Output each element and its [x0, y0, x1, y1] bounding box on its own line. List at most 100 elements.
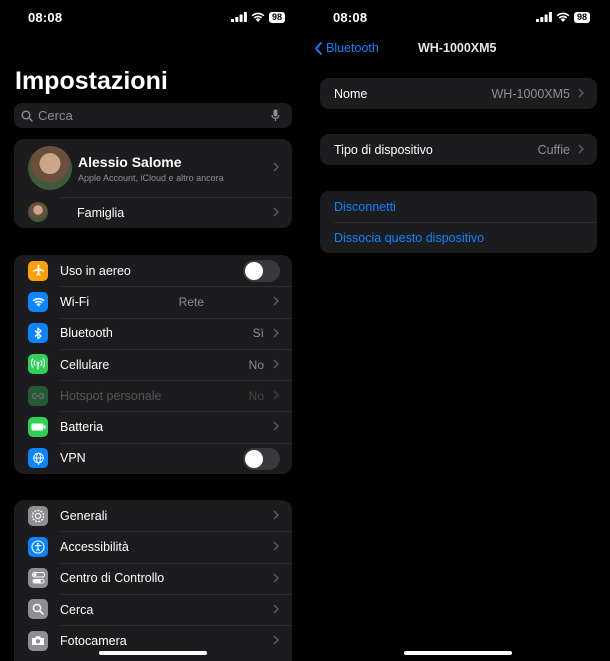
settings-row-general[interactable]: Generali — [14, 500, 292, 531]
profile-name: Alessio Salome — [78, 153, 182, 170]
device-name-group: Nome WH-1000XM5 — [320, 78, 597, 109]
chevron-right-icon — [273, 604, 279, 614]
airplane-icon — [28, 260, 48, 281]
signal-icon — [230, 12, 247, 22]
row-label: Uso in aereo — [60, 263, 131, 278]
home-indicator[interactable] — [99, 651, 207, 655]
account-group: Alessio Salome Apple Account, iCloud e a… — [14, 139, 292, 229]
row-value: No — [248, 388, 264, 403]
chevron-right-icon — [273, 573, 279, 583]
row-label: Cellulare — [60, 357, 110, 372]
camera-icon — [28, 630, 48, 651]
chevron-right-icon — [273, 390, 279, 400]
battery-level: 98 — [573, 11, 590, 23]
row-value: WH-1000XM5 — [491, 86, 571, 101]
settings-row-battery[interactable]: Batteria — [14, 411, 292, 442]
chevron-right-icon — [273, 328, 279, 338]
search-icon — [21, 110, 33, 122]
row-label: Accessibilità — [60, 539, 129, 554]
row-label: Nome — [334, 86, 368, 101]
connectivity-group: Uso in aereo Wi-Fi Rete Bluetooth Sì Cel… — [14, 255, 292, 475]
row-label: Generali — [60, 508, 108, 523]
search-input[interactable]: Cerca — [14, 103, 292, 128]
row-value: Sì — [252, 326, 264, 341]
search-icon — [28, 599, 48, 620]
wifi-icon — [28, 291, 48, 312]
apple-account-row[interactable]: Alessio Salome Apple Account, iCloud e a… — [14, 139, 292, 197]
row-label: Wi-Fi — [60, 294, 90, 309]
profile-subtitle: Apple Account, iCloud e altro ancora — [78, 172, 224, 183]
device-actions-group: Disconnetti Dissocia questo dispositivo — [320, 191, 597, 253]
vpn-toggle[interactable] — [243, 447, 280, 470]
home-indicator[interactable] — [404, 651, 512, 655]
row-label: Fotocamera — [60, 633, 127, 648]
avatar — [28, 146, 72, 190]
battery-icon — [28, 416, 48, 437]
settings-row-control-center[interactable]: Centro di Controllo — [14, 562, 292, 594]
chevron-right-icon — [273, 541, 279, 551]
cellular-icon — [28, 354, 48, 375]
settings-screen: 08:08 98 Impostazioni Cerca Alessio Salo… — [0, 0, 305, 661]
chevron-right-icon — [273, 359, 279, 369]
navigation-bar: Bluetooth WH-1000XM5 — [305, 40, 610, 60]
row-label: Cerca — [60, 602, 94, 617]
back-label: Bluetooth — [326, 41, 379, 55]
general-group: Generali Accessibilità Centro di Control… — [14, 500, 292, 661]
airplane-toggle[interactable] — [243, 260, 280, 282]
chevron-right-icon — [273, 162, 279, 172]
back-button[interactable]: Bluetooth — [315, 41, 379, 55]
row-label: VPN — [60, 451, 86, 466]
row-value: Cuffie — [537, 142, 570, 157]
page-title: Impostazioni — [15, 67, 168, 95]
settings-row-bluetooth[interactable]: Bluetooth Sì — [14, 317, 292, 349]
status-bar: 08:08 98 — [0, 0, 305, 34]
chevron-right-icon — [273, 207, 279, 217]
chevron-right-icon — [578, 88, 584, 98]
vpn-icon — [28, 448, 48, 469]
chevron-left-icon — [315, 41, 322, 55]
settings-row-airplane[interactable]: Uso in aereo — [14, 255, 292, 286]
chevron-right-icon — [273, 296, 279, 306]
gear-icon — [28, 505, 48, 526]
row-label: Batteria — [60, 420, 104, 435]
device-type-group: Tipo di dispositivo Cuffie — [320, 134, 597, 165]
settings-row-accessibility[interactable]: Accessibilità — [14, 531, 292, 562]
settings-row-cellular[interactable]: Cellulare No — [14, 348, 292, 380]
chevron-right-icon — [273, 421, 279, 432]
wifi-status-icon — [251, 12, 265, 22]
family-avatar — [28, 202, 48, 222]
search-placeholder: Cerca — [38, 108, 73, 123]
row-label: Hotspot personale — [60, 388, 162, 403]
page-title: WH-1000XM5 — [418, 41, 497, 55]
bluetooth-device-screen: 08:08 98 Bluetooth WH-1000XM5 Nome WH-10… — [305, 0, 610, 661]
device-type-row[interactable]: Tipo di dispositivo Cuffie — [320, 134, 597, 165]
control-center-icon — [28, 568, 48, 589]
settings-row-search[interactable]: Cerca — [14, 593, 292, 625]
row-value: Rete — [178, 294, 204, 309]
disconnect-button[interactable]: Disconnetti — [320, 191, 597, 222]
status-bar: 08:08 98 — [305, 0, 610, 34]
chevron-right-icon — [273, 635, 279, 645]
row-label: Tipo di dispositivo — [334, 142, 433, 157]
forget-device-button[interactable]: Dissocia questo dispositivo — [320, 222, 597, 253]
row-value: No — [248, 357, 264, 372]
microphone-icon[interactable] — [271, 109, 280, 122]
status-time: 08:08 — [333, 10, 368, 25]
row-label: Bluetooth — [60, 326, 113, 341]
status-time: 08:08 — [28, 10, 63, 25]
chevron-right-icon — [578, 144, 584, 154]
row-label: Centro di Controllo — [60, 571, 165, 586]
chevron-right-icon — [273, 510, 279, 520]
signal-icon — [535, 12, 552, 22]
battery-level: 98 — [268, 11, 285, 23]
family-row[interactable]: Famiglia — [14, 197, 292, 228]
wifi-status-icon — [556, 12, 570, 22]
accessibility-icon — [28, 536, 48, 557]
bluetooth-icon — [28, 323, 48, 344]
settings-row-wifi[interactable]: Wi-Fi Rete — [14, 286, 292, 317]
family-label: Famiglia — [77, 205, 125, 220]
device-name-row[interactable]: Nome WH-1000XM5 — [320, 78, 597, 109]
hotspot-icon — [28, 385, 48, 406]
settings-row-hotspot: Hotspot personale No — [14, 380, 292, 411]
settings-row-vpn[interactable]: VPN — [14, 442, 292, 474]
